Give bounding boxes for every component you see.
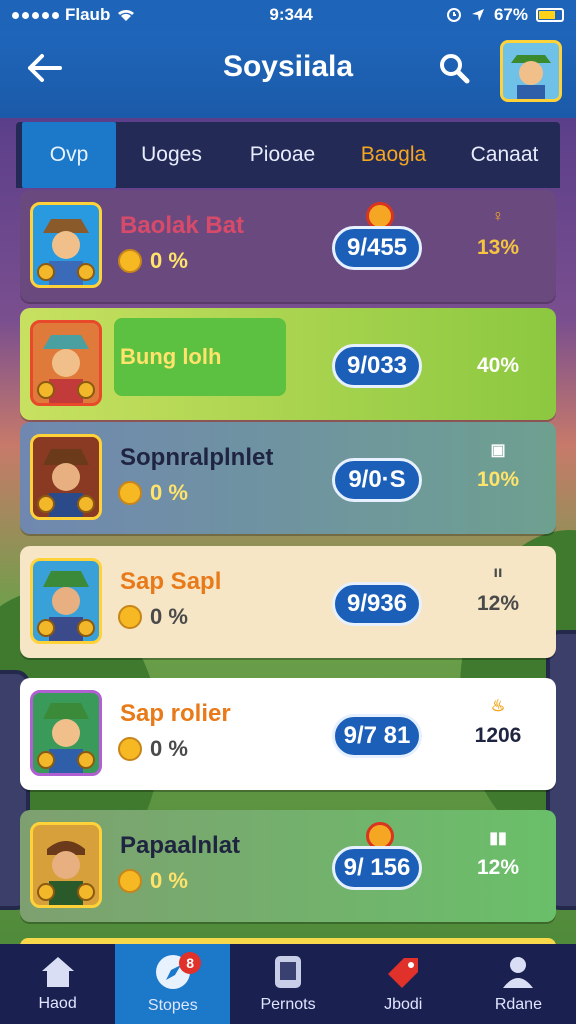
- player-name: Sopnralplnlet: [120, 444, 274, 471]
- phone-icon: [275, 956, 301, 988]
- nav-item-home[interactable]: Haod: [0, 944, 115, 1024]
- profile-icon: [503, 957, 534, 988]
- coin-count: 0 %: [118, 248, 188, 274]
- score-pill[interactable]: 9/455: [332, 226, 422, 270]
- nav-item-rdane[interactable]: Rdane: [461, 944, 576, 1024]
- list-item[interactable]: Sap rolier 0 % 9/7 81 ♨ 1206: [20, 678, 556, 790]
- tab-piooae[interactable]: Piooae: [227, 122, 338, 188]
- percent-value: 12%: [476, 856, 520, 879]
- home-icon: [41, 957, 74, 987]
- percent-value: 12%: [476, 592, 520, 615]
- app-header: Soysiiala: [0, 30, 576, 118]
- nav-item-stopes[interactable]: 8 Stopes: [115, 944, 231, 1024]
- status-bar: Flaub 9:344 67%: [0, 0, 576, 30]
- status-time: 9:344: [269, 5, 313, 24]
- battery-icon: [535, 8, 564, 22]
- coin-icon: [118, 249, 142, 273]
- nav-label: Rdane: [494, 996, 542, 1013]
- highlight-name-box: Bung lolh: [114, 318, 286, 396]
- avatar-character-icon: [503, 43, 559, 99]
- tab-baogla[interactable]: Baogla: [338, 122, 449, 188]
- tab-bar: Ovp Uoges Piooae Baogla Canaat: [16, 122, 560, 188]
- carrier-label: Flaub: [65, 5, 111, 24]
- avatar: [30, 320, 102, 406]
- coin-icon: [118, 737, 142, 761]
- avatar: [30, 690, 102, 776]
- nav-item-jbodi[interactable]: Jbodi: [346, 944, 461, 1024]
- percent-value: 10%: [476, 468, 520, 491]
- rank-glyph-icon: ♀: [492, 208, 504, 225]
- avatar: [30, 558, 102, 644]
- tag-icon: [388, 958, 419, 988]
- list-item[interactable]: Baolak Bat 0 % 9/455 ♀ 13%: [20, 190, 556, 302]
- user-avatar[interactable]: [500, 40, 562, 102]
- score-pill[interactable]: 9/033: [332, 344, 422, 388]
- signal-dots-icon: [12, 11, 59, 19]
- wifi-icon: [118, 9, 135, 21]
- tab-canaat[interactable]: Canaat: [449, 122, 560, 188]
- rank-glyph-icon: ▣: [490, 442, 506, 459]
- alarm-icon: [446, 8, 461, 22]
- nav-label: Pernots: [260, 996, 316, 1013]
- list-item[interactable]: Papaalnlat 0 % 9/ 156 ▮▮ 12%: [20, 810, 556, 922]
- coin-icon: [118, 605, 142, 629]
- nav-item-pernots[interactable]: Pernots: [230, 944, 345, 1024]
- tab-ovp[interactable]: Ovp: [22, 122, 116, 188]
- coin-count: 0 %: [118, 868, 188, 894]
- nav-label: Jbodi: [384, 996, 423, 1013]
- coin-count: 0 %: [118, 480, 188, 506]
- score-pill[interactable]: 9/7 81: [332, 714, 422, 758]
- avatar: [30, 822, 102, 908]
- percent-value: 1206: [474, 724, 522, 747]
- tab-uoges[interactable]: Uoges: [116, 122, 227, 188]
- search-button[interactable]: [434, 48, 474, 88]
- location-arrow-icon: [471, 9, 484, 21]
- search-icon: [440, 54, 470, 84]
- rank-glyph-icon: ıı: [493, 564, 503, 581]
- coin-count: 0 %: [118, 604, 188, 630]
- list-item[interactable]: Sopnralplnlet 0 % 9/0·S ▣ 10%: [20, 422, 556, 534]
- score-pill[interactable]: 9/0·S: [332, 458, 422, 502]
- percent-value: 13%: [476, 236, 520, 259]
- nav-label: Haod: [38, 995, 77, 1012]
- avatar: [30, 202, 102, 288]
- player-name: Baolak Bat: [120, 212, 245, 239]
- score-pill[interactable]: 9/936: [332, 582, 422, 626]
- bottom-navigation: Haod 8 Stopes Pernots Jbodi Rdane: [0, 944, 576, 1024]
- rank-glyph-icon: ♨: [490, 698, 506, 715]
- battery-percent: 67%: [493, 5, 528, 24]
- avatar: [30, 434, 102, 520]
- coin-count: 0 %: [118, 736, 188, 762]
- player-name: Papaalnlat: [120, 832, 241, 859]
- percent-value: 40%: [476, 354, 520, 377]
- coin-icon: [118, 481, 142, 505]
- rank-glyph-icon: ▮▮: [489, 830, 507, 847]
- coin-icon: [118, 869, 142, 893]
- score-pill[interactable]: 9/ 156: [332, 846, 422, 890]
- list-item[interactable]: Sap Sapl 0 % 9/936 ıı 12%: [20, 546, 556, 658]
- nav-label: Stopes: [147, 997, 198, 1014]
- list-item[interactable]: Bung lolh 9/033 40%: [20, 308, 556, 420]
- player-name: Sap rolier: [120, 700, 231, 727]
- notification-badge: 8: [179, 952, 202, 974]
- player-name: Sap Sapl: [120, 568, 222, 595]
- page-title: Soysiiala: [222, 50, 354, 83]
- player-name: Bung lolh: [120, 344, 222, 369]
